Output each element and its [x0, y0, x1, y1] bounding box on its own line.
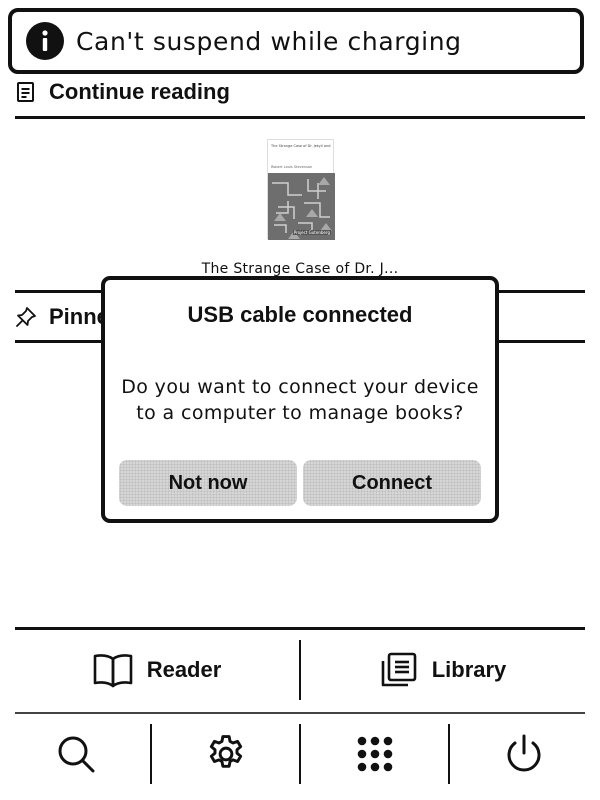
- reader-label: Reader: [146, 657, 222, 682]
- document-icon: [17, 82, 34, 102]
- library-button[interactable]: Library: [301, 640, 585, 700]
- pinned-heading: Pinne: [49, 304, 109, 329]
- gear-icon: [209, 735, 243, 768]
- library-label: Library: [431, 657, 507, 682]
- continue-reading-header: Continue reading: [15, 78, 230, 106]
- cover-author-text: Robert Louis Stevenson: [271, 165, 313, 169]
- pin-icon: [16, 307, 36, 327]
- toolbar-divider: [15, 712, 585, 714]
- section-divider: [15, 116, 585, 119]
- reader-button[interactable]: Reader: [15, 640, 299, 700]
- pinned-header: Pinne: [15, 303, 109, 331]
- continue-reading-heading: Continue reading: [49, 79, 230, 104]
- apps-button[interactable]: [301, 724, 449, 784]
- power-button[interactable]: [450, 724, 598, 784]
- search-icon: [58, 736, 95, 773]
- search-button[interactable]: [2, 724, 150, 784]
- usb-connect-dialog: USB cable connected Do you want to conne…: [101, 276, 499, 523]
- library-icon: [381, 652, 417, 687]
- cover-publisher-text: Project Gutenberg: [292, 230, 331, 235]
- dialog-message: Do you want to connect your device to a …: [115, 374, 485, 426]
- apps-grid-icon: [357, 736, 393, 772]
- toast-message: Can't suspend while charging: [76, 26, 462, 56]
- settings-button[interactable]: [152, 724, 300, 784]
- dialog-title: USB cable connected: [187, 302, 413, 327]
- nav-divider: [15, 627, 585, 630]
- info-icon: [26, 22, 64, 60]
- cover-title-text: The Strange Case of Dr. Jekyll and Mr. H…: [271, 144, 332, 148]
- book-open-icon: [93, 654, 133, 688]
- book-cover[interactable]: The Strange Case of Dr. Jekyll and Mr. H…: [267, 139, 335, 240]
- notification-toast: Can't suspend while charging: [8, 8, 584, 74]
- not-now-button[interactable]: Not now: [119, 460, 297, 506]
- book-title[interactable]: The Strange Case of Dr. J...: [180, 261, 420, 277]
- dialog-message-line: Do you want to connect your device: [121, 376, 479, 398]
- dialog-message-line: to a computer to manage books?: [136, 402, 464, 424]
- power-icon: [507, 734, 541, 772]
- connect-button[interactable]: Connect: [303, 460, 481, 506]
